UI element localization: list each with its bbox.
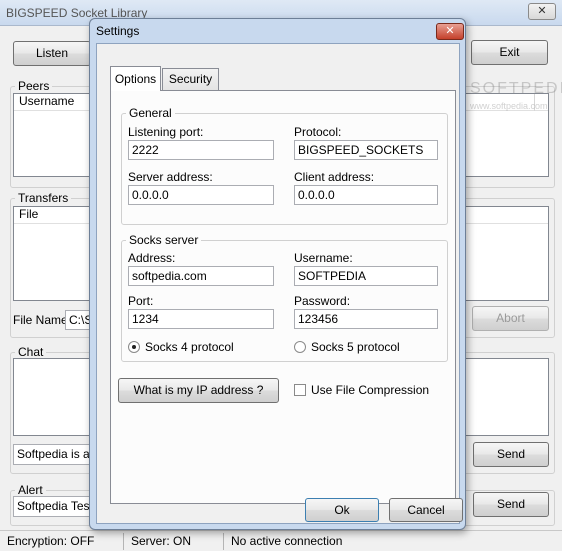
tab-security[interactable]: Security	[162, 68, 219, 91]
encryption-status: Encryption: OFF	[2, 533, 124, 550]
connection-status: No active connection	[231, 534, 343, 548]
chat-send-button[interactable]: Send	[473, 442, 549, 467]
socks-address-label: Address:	[128, 251, 176, 265]
alert-label: Alert	[15, 483, 46, 497]
server-address-label: Server address:	[128, 170, 213, 184]
socks-port-label: Port:	[128, 294, 154, 308]
chat-label: Chat	[15, 345, 47, 359]
options-panel: General Listening port: 2222 Protocol: B…	[110, 90, 456, 504]
file-name-label: File Name:	[13, 313, 72, 327]
socks4-label[interactable]: Socks 4 protocol	[145, 340, 234, 354]
socks-port-input[interactable]: 1234	[128, 309, 274, 329]
ok-button[interactable]: Ok	[305, 498, 379, 522]
dialog-close-button[interactable]: ✕	[436, 23, 464, 40]
socks-username-label: Username:	[294, 251, 353, 265]
socks5-radio[interactable]	[294, 341, 306, 353]
listening-port-input[interactable]: 2222	[128, 140, 274, 160]
watermark-url: www.softpedia.com	[470, 101, 548, 111]
settings-dialog: Settings ✕ Options Security General List…	[89, 18, 466, 530]
socks4-radio[interactable]	[128, 341, 140, 353]
general-label: General	[126, 106, 175, 120]
transfers-label: Transfers	[15, 191, 72, 205]
listen-button[interactable]: Listen	[13, 41, 91, 66]
cancel-button[interactable]: Cancel	[389, 498, 463, 522]
close-icon: ✕	[537, 5, 547, 17]
username-column-label: Username	[19, 94, 75, 108]
dialog-body: Options Security General Listening port:…	[96, 43, 463, 524]
chat-input[interactable]: Softpedia is a lib	[13, 444, 93, 465]
dialog-title: Settings	[96, 24, 140, 38]
watermark-logo: SOFTPEDIA	[470, 80, 562, 97]
socks-server-label: Socks server	[126, 233, 202, 247]
socks5-label[interactable]: Socks 5 protocol	[311, 340, 400, 354]
protocol-input[interactable]: BIGSPEED_SOCKETS	[294, 140, 438, 160]
alert-input[interactable]: Softpedia Test	[13, 496, 93, 517]
server-status: Server: ON	[126, 533, 224, 550]
file-compression-label[interactable]: Use File Compression	[311, 383, 429, 397]
socks-username-input[interactable]: SOFTPEDIA	[294, 266, 438, 286]
what-is-my-ip-button[interactable]: What is my IP address ?	[118, 378, 279, 403]
socks-address-input[interactable]: softpedia.com	[128, 266, 274, 286]
peers-label: Peers	[15, 79, 53, 93]
server-address-input[interactable]: 0.0.0.0	[128, 185, 274, 205]
close-icon: ✕	[445, 25, 455, 37]
protocol-label: Protocol:	[294, 125, 342, 139]
alert-send-button[interactable]: Send	[473, 492, 549, 517]
socks-password-label: Password:	[294, 294, 351, 308]
client-address-label: Client address:	[294, 170, 375, 184]
main-close-button[interactable]: ✕	[528, 3, 556, 20]
socks-password-input[interactable]: 123456	[294, 309, 438, 329]
abort-button[interactable]: Abort	[472, 306, 549, 331]
listening-port-label: Listening port:	[128, 125, 204, 139]
exit-button[interactable]: Exit	[471, 40, 548, 65]
status-bar: Encryption: OFF Server: ON No active con…	[0, 530, 562, 551]
tab-options[interactable]: Options	[110, 66, 161, 91]
file-compression-checkbox[interactable]	[294, 384, 306, 396]
client-address-input[interactable]: 0.0.0.0	[294, 185, 438, 205]
file-column-label: File	[19, 207, 39, 221]
